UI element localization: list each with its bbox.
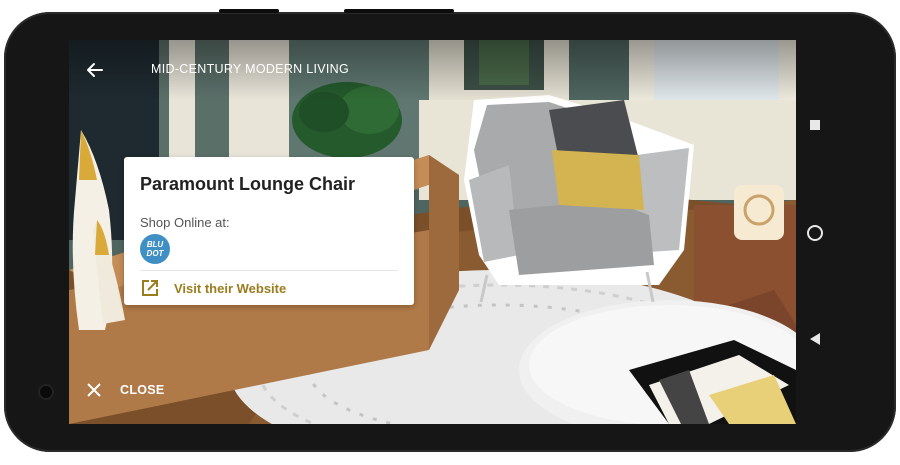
system-nav-bar [796, 40, 836, 424]
close-label: CLOSE [120, 383, 165, 397]
visit-website-label: Visit their Website [174, 280, 287, 296]
card-divider [140, 270, 398, 271]
open-external-icon [140, 278, 160, 298]
close-icon [87, 383, 101, 397]
page-title: MID-CENTURY MODERN LIVING [151, 62, 350, 76]
front-camera [40, 386, 52, 398]
visit-website-link[interactable]: Visit their Website [140, 275, 400, 301]
close-button[interactable]: CLOSE [87, 380, 165, 400]
back-triangle-icon[interactable] [810, 333, 820, 345]
power-button [219, 9, 279, 13]
product-info-card: Paramount Lounge Chair Shop Online at: B… [124, 157, 414, 305]
ar-viewport[interactable]: MID-CENTURY MODERN LIVING Paramount Loun… [69, 40, 796, 424]
product-name: Paramount Lounge Chair [140, 174, 356, 194]
recents-square-icon[interactable] [810, 120, 820, 130]
home-circle-icon[interactable] [807, 225, 823, 241]
back-arrow-icon[interactable] [83, 58, 107, 82]
volume-button [344, 9, 454, 13]
shop-online-label: Shop Online at: [140, 215, 230, 230]
vendor-logo[interactable]: BLU DOT [140, 234, 170, 264]
